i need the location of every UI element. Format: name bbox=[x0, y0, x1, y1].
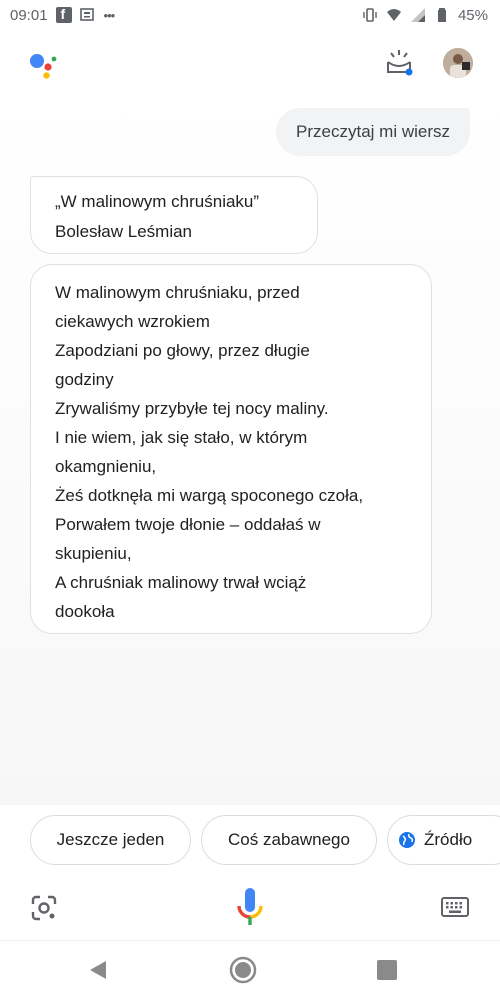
vibrate-icon bbox=[363, 8, 377, 22]
suggestion-chip-source[interactable]: Źródło bbox=[387, 815, 500, 865]
keyboard-icon[interactable] bbox=[441, 897, 469, 917]
android-navigation-bar bbox=[0, 940, 500, 1000]
poem-line: skupieniu, bbox=[55, 544, 132, 563]
suggestion-chip-label: Jeszcze jeden bbox=[56, 830, 165, 849]
microphone-icon[interactable] bbox=[235, 886, 265, 930]
globe-icon bbox=[399, 832, 415, 848]
google-lens-icon[interactable] bbox=[30, 894, 58, 922]
poem-line: Zrywaliśmy przybyłe tej nocy maliny. bbox=[55, 399, 329, 418]
suggestion-chips: Jeszcze jeden Coś zabawnego Źródło bbox=[0, 815, 500, 865]
poem-line: W malinowym chruśniaku, przed bbox=[55, 283, 300, 302]
user-query-bubble: Przeczytaj mi wiersz bbox=[276, 108, 470, 156]
status-bar: 09:01 ••• 45% bbox=[0, 0, 500, 30]
updates-tray-icon[interactable] bbox=[384, 48, 416, 78]
news-notification-icon bbox=[79, 8, 94, 21]
status-time: 09:01 bbox=[10, 6, 48, 24]
user-avatar[interactable] bbox=[443, 48, 473, 78]
poem-line: Żeś dotknęła mi wargą spoconego czoła, bbox=[55, 486, 364, 505]
poem-title: „W malinowym chruśniaku” bbox=[55, 192, 260, 211]
google-assistant-logo-icon bbox=[30, 54, 57, 79]
poem-text-card: W malinowym chruśniaku, przed ciekawych … bbox=[30, 264, 432, 634]
suggestion-chip-another[interactable]: Jeszcze jeden bbox=[30, 815, 191, 865]
battery-percentage: 45% bbox=[457, 6, 488, 24]
home-icon[interactable] bbox=[229, 956, 257, 984]
user-avatar-image bbox=[443, 48, 473, 78]
poem-line: dookoła bbox=[55, 602, 115, 621]
suggestion-chip-funny[interactable]: Coś zabawnego bbox=[201, 815, 377, 865]
status-left: 09:01 ••• bbox=[10, 6, 116, 24]
poem-line: A chruśniak malinowy trwał wciąż bbox=[55, 573, 307, 592]
assistant-header bbox=[0, 38, 500, 90]
recents-icon[interactable] bbox=[377, 960, 397, 980]
poem-title-card: „W malinowym chruśniaku” Bolesław Leśmia… bbox=[30, 176, 318, 254]
facebook-notification-icon bbox=[55, 6, 72, 23]
more-notifications-icon: ••• bbox=[103, 7, 116, 23]
poem-line: ciekawych wzrokiem bbox=[55, 312, 210, 331]
assistant-input-bar bbox=[0, 880, 500, 940]
battery-icon bbox=[437, 8, 446, 22]
poem-line: Porwałem twoje dłonie – oddałaś w bbox=[55, 515, 321, 534]
poem-author: Bolesław Leśmian bbox=[55, 222, 193, 241]
poem-line: okamgnieniu, bbox=[55, 457, 157, 476]
poem-line: godziny bbox=[55, 370, 114, 389]
wifi-icon bbox=[386, 9, 401, 21]
suggestion-chip-label: Źródło bbox=[424, 830, 473, 849]
back-icon[interactable] bbox=[88, 959, 108, 981]
signal-icon bbox=[410, 8, 425, 22]
poem-line: I nie wiem, jak się stało, w którym bbox=[55, 428, 308, 447]
status-right: 45% bbox=[362, 7, 488, 24]
suggestion-chip-label: Coś zabawnego bbox=[228, 830, 350, 849]
conversation-area[interactable]: Przeczytaj mi wiersz „W malinowym chruśn… bbox=[0, 90, 500, 805]
poem-line: Zapodziani po głowy, przez długie bbox=[55, 341, 310, 360]
